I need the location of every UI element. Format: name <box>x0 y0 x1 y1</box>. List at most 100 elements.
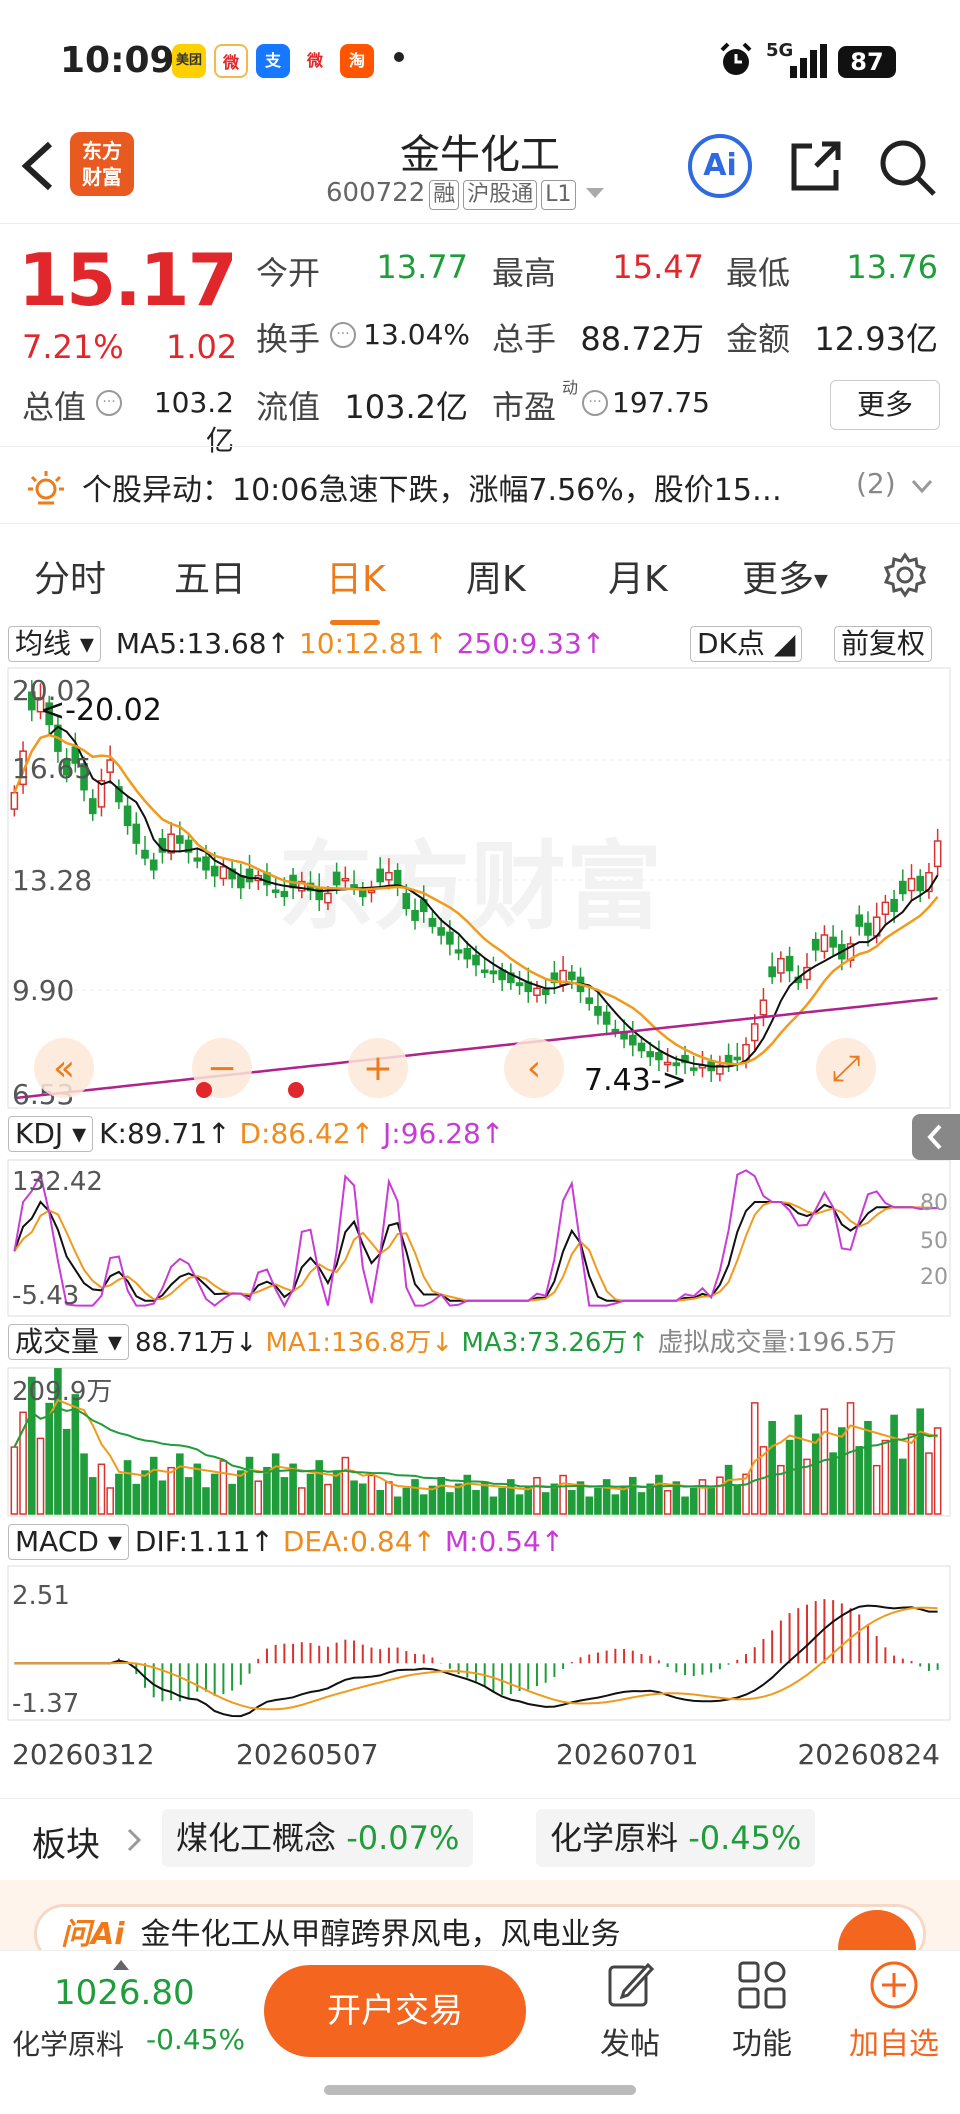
tab-monthly-k[interactable]: 月K <box>608 550 668 602</box>
price-axis-label: 9.90 <box>12 974 74 1007</box>
index-value[interactable]: 1026.80 <box>54 1973 195 2013</box>
volume-bar <box>167 1466 175 1515</box>
index-name[interactable]: 化学原料 <box>12 2023 124 2063</box>
ai-banner[interactable]: 问Ai 金牛化工从甲醇跨界风电，风电业务 <box>0 1880 960 1988</box>
volume-bar <box>376 1489 384 1515</box>
expand-button[interactable]: ⤢ <box>816 1038 876 1098</box>
functions-button[interactable]: 功能 <box>712 1959 812 2063</box>
candle-body <box>916 875 925 892</box>
float-cap-value: 103.2亿 <box>344 388 468 426</box>
volume-bar <box>88 1477 97 1515</box>
candle-body <box>864 922 872 936</box>
info-icon-2[interactable]: ··· <box>96 390 122 416</box>
volume-dropdown[interactable]: 成交量 ▾ <box>8 1324 129 1360</box>
volume-bar <box>350 1480 358 1515</box>
plus-button[interactable]: + <box>348 1038 408 1098</box>
info-icon-3[interactable]: ··· <box>582 390 608 416</box>
candle-body <box>628 1034 637 1046</box>
volume-bar <box>559 1474 567 1515</box>
candle-body <box>777 957 785 974</box>
tab-intraday[interactable]: 分时 <box>34 550 106 602</box>
alert-count: (2) <box>856 467 896 500</box>
volume-bar <box>515 1494 524 1515</box>
volume-bar <box>655 1474 663 1515</box>
min-price-annotation: 7.43-> <box>584 1063 687 1098</box>
kdj-level-label: 50 <box>920 1229 948 1254</box>
stock-alert[interactable]: 个股异动：10:06急速下跌，涨幅7.56%，股价15… (2) <box>0 446 960 524</box>
volume-bar <box>846 1402 855 1515</box>
volume-axis-label: 209.9万 <box>12 1377 112 1407</box>
volume-label: 总手 <box>492 320 557 358</box>
vol-ma3: MA3:73.26万↑ <box>461 1328 650 1358</box>
zoom-out-left-button-icon: « <box>53 1048 75 1089</box>
volume-bar <box>428 1485 437 1515</box>
plus-circle-icon <box>870 1961 918 2009</box>
post-button[interactable]: 发帖 <box>580 1959 680 2063</box>
candle-body <box>646 1051 655 1058</box>
more-button[interactable]: 更多 <box>830 380 940 430</box>
volume-bar <box>210 1473 219 1515</box>
volume-bar <box>620 1485 628 1515</box>
volume-bar <box>36 1437 45 1515</box>
volume-bar <box>872 1464 881 1515</box>
volume-bar <box>306 1473 315 1515</box>
collapse-panel-button[interactable] <box>912 1114 960 1160</box>
open-account-trade-button[interactable]: 开户交易 <box>264 1965 526 2057</box>
plus-button-icon: + <box>363 1048 393 1089</box>
macd-dropdown[interactable]: MACD ▾ <box>8 1524 129 1560</box>
tab-more[interactable]: 更多▼ <box>742 550 828 602</box>
volume-value: 88.71万↓ <box>134 1328 258 1358</box>
info-icon[interactable]: ··· <box>330 322 356 348</box>
tab-more-label: 更多 <box>742 559 815 600</box>
candle-body <box>533 987 541 996</box>
share-icon[interactable] <box>786 136 846 196</box>
volume-bar <box>916 1408 925 1515</box>
volume-bar <box>733 1485 742 1515</box>
tab-weekly-k[interactable]: 周K <box>466 550 526 602</box>
sun-alert-icon <box>28 471 64 505</box>
volume-bar <box>907 1433 916 1515</box>
weibo-icon: 微 <box>214 44 248 78</box>
edit-icon <box>608 1962 655 2007</box>
functions-label: 功能 <box>732 2027 792 2062</box>
candle-body <box>210 865 219 877</box>
volume-bar <box>132 1483 141 1515</box>
volume-bar <box>419 1494 428 1515</box>
candle-body <box>759 999 768 1016</box>
tab-daily-k[interactable]: 日K <box>326 550 386 602</box>
candle-body <box>881 901 890 915</box>
volume-bar <box>315 1460 324 1515</box>
kdj-j: J:96.28↑ <box>383 1117 505 1150</box>
volume-bar <box>446 1492 454 1515</box>
volume-bar <box>541 1492 550 1515</box>
volume-bar <box>750 1402 759 1515</box>
ai-banner-logo: 问Ai <box>61 1917 125 1952</box>
sector-chip-coal-chem[interactable]: 煤化工概念 -0.07% <box>162 1809 474 1867</box>
volume-bar <box>341 1456 350 1515</box>
stock-code: 600722 <box>326 178 426 208</box>
search-icon[interactable] <box>876 136 938 198</box>
sector-chip-chem-raw[interactable]: 化学原料 -0.45% <box>536 1809 816 1867</box>
kline-chart[interactable]: 东方财富 20.0216.6513.289.906.53<-20.027.43-… <box>0 620 960 1800</box>
candle-body <box>933 840 942 868</box>
stock-code-line[interactable]: 600722 融沪股通 L1 <box>326 178 606 210</box>
kdj-axis-label: 132.42 <box>12 1167 103 1197</box>
tab-five-day[interactable]: 五日 <box>174 550 246 602</box>
volume-bar <box>97 1463 106 1515</box>
ai-button[interactable]: Ai <box>688 134 752 198</box>
volume-bar <box>637 1492 646 1515</box>
current-price: 15.17 <box>18 238 238 322</box>
date-axis-label: 20260507 <box>236 1738 379 1771</box>
change-amount: 1.02 <box>166 328 238 366</box>
zoom-out-left-button[interactable]: « <box>34 1038 94 1098</box>
candle-body <box>829 936 837 948</box>
volume-bar <box>263 1466 271 1515</box>
gear-icon[interactable] <box>882 552 928 598</box>
kdj-dropdown-label: KDJ <box>15 1117 64 1150</box>
kdj-dropdown[interactable]: KDJ ▾ <box>8 1116 94 1152</box>
scroll-left-button[interactable]: ‹ <box>504 1038 564 1098</box>
volume-bar <box>385 1481 393 1515</box>
add-watchlist-button[interactable]: 加自选 <box>844 1959 944 2063</box>
candle-body <box>245 868 254 883</box>
max-price-annotation: <-20.02 <box>40 693 162 728</box>
